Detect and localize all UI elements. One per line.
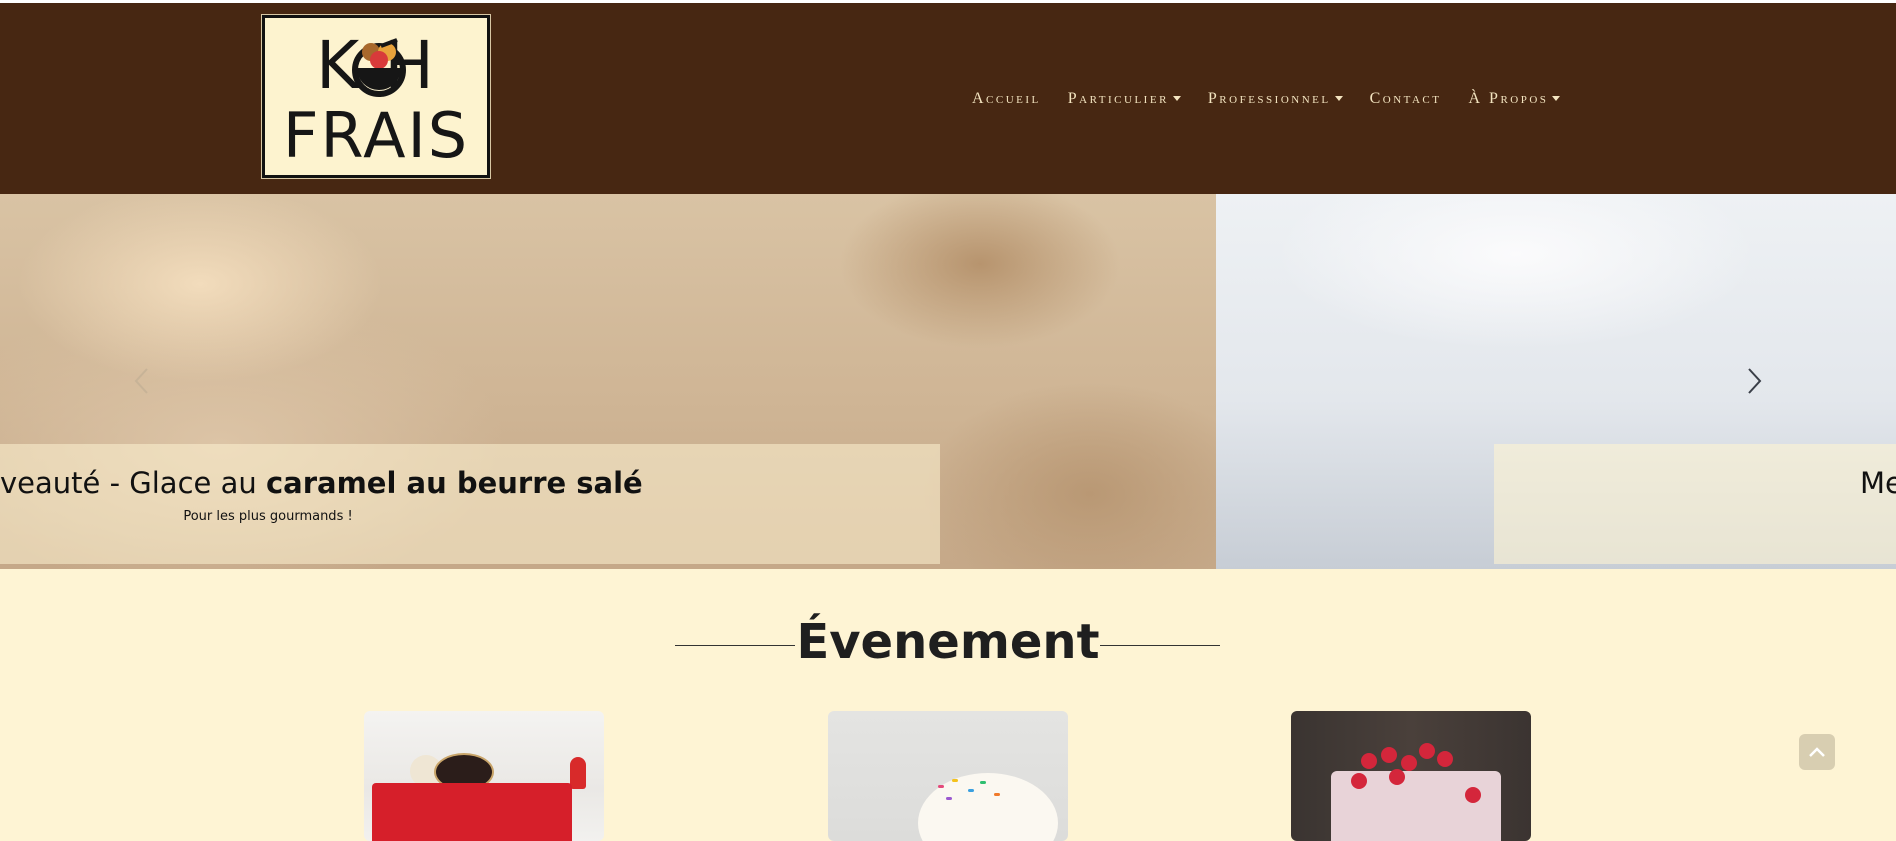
nav-a-propos-label: À Propos bbox=[1468, 90, 1549, 107]
raspberry bbox=[1361, 753, 1377, 769]
main-nav: Accueil Particulier Professionnel Contac… bbox=[972, 89, 1561, 109]
brand-logo[interactable]: K H FRAIS bbox=[261, 14, 491, 179]
nav-particulier[interactable]: Particulier bbox=[1068, 90, 1181, 108]
event-card-sprinkle-ice-cream[interactable] bbox=[828, 711, 1068, 841]
logo-ice-cream-bowl-icon bbox=[352, 38, 406, 97]
slide-caption-title: veauté - Glace au caramel au beurre salé bbox=[0, 466, 643, 500]
sprinkle bbox=[968, 789, 974, 792]
carousel-next-button[interactable] bbox=[1744, 365, 1764, 397]
caret-down-icon bbox=[1334, 95, 1343, 101]
next-slide-caption-title: Me bbox=[1860, 466, 1896, 500]
caret-down-icon bbox=[1552, 95, 1561, 101]
raspberry bbox=[1437, 751, 1453, 767]
raspberry bbox=[1389, 769, 1405, 785]
raspberry bbox=[1401, 755, 1417, 771]
chevron-up-icon bbox=[1809, 747, 1825, 757]
nav-accueil[interactable]: Accueil bbox=[972, 90, 1041, 108]
event-card-christmas-cake[interactable] bbox=[364, 711, 604, 841]
hero-carousel[interactable]: veauté - Glace au caramel au beurre salé… bbox=[0, 194, 1896, 569]
sprinkle bbox=[994, 793, 1000, 796]
nav-professionnel[interactable]: Professionnel bbox=[1208, 90, 1343, 108]
santa-figurine bbox=[570, 757, 586, 789]
slide-caption-subtitle: Pour les plus gourmands ! bbox=[183, 509, 353, 524]
chevron-left-icon bbox=[134, 368, 148, 394]
nav-contact-label: Contact bbox=[1369, 90, 1442, 107]
slide-caption-box bbox=[0, 444, 940, 564]
nav-a-propos[interactable]: À Propos bbox=[1469, 90, 1561, 108]
event-card-raspberry-cake[interactable] bbox=[1291, 711, 1531, 841]
nav-particulier-label: Particulier bbox=[1067, 90, 1169, 107]
raspberry bbox=[1351, 773, 1367, 789]
raspberry bbox=[1465, 787, 1481, 803]
slide-caption-title-prefix: veauté - Glace au bbox=[0, 466, 266, 500]
scroll-to-top-button[interactable] bbox=[1799, 734, 1835, 770]
ice-cream-scoop bbox=[918, 773, 1058, 841]
raspberry bbox=[1419, 743, 1435, 759]
carousel-prev-button[interactable] bbox=[132, 365, 152, 397]
navbar: K H FRAIS Accueil Particulier Profession… bbox=[0, 3, 1896, 194]
sprinkle bbox=[938, 785, 944, 788]
section-title-rule-right bbox=[1100, 645, 1220, 646]
chevron-right-icon bbox=[1748, 368, 1762, 394]
nav-professionnel-label: Professionnel bbox=[1207, 90, 1331, 107]
nav-accueil-label: Accueil bbox=[972, 90, 1041, 107]
caret-down-icon bbox=[1172, 95, 1181, 101]
sprinkle bbox=[946, 797, 952, 800]
sprinkle bbox=[952, 779, 958, 782]
red-log-cake bbox=[372, 783, 572, 841]
raspberry bbox=[1381, 747, 1397, 763]
nav-contact[interactable]: Contact bbox=[1370, 90, 1442, 108]
slide-caption-title-bold: caramel au beurre salé bbox=[265, 466, 643, 500]
slide-caption-box-next bbox=[1494, 444, 1896, 564]
section-title: Évenement bbox=[796, 614, 1100, 670]
logo-line-2: FRAIS bbox=[282, 99, 470, 172]
sprinkle bbox=[980, 781, 986, 784]
